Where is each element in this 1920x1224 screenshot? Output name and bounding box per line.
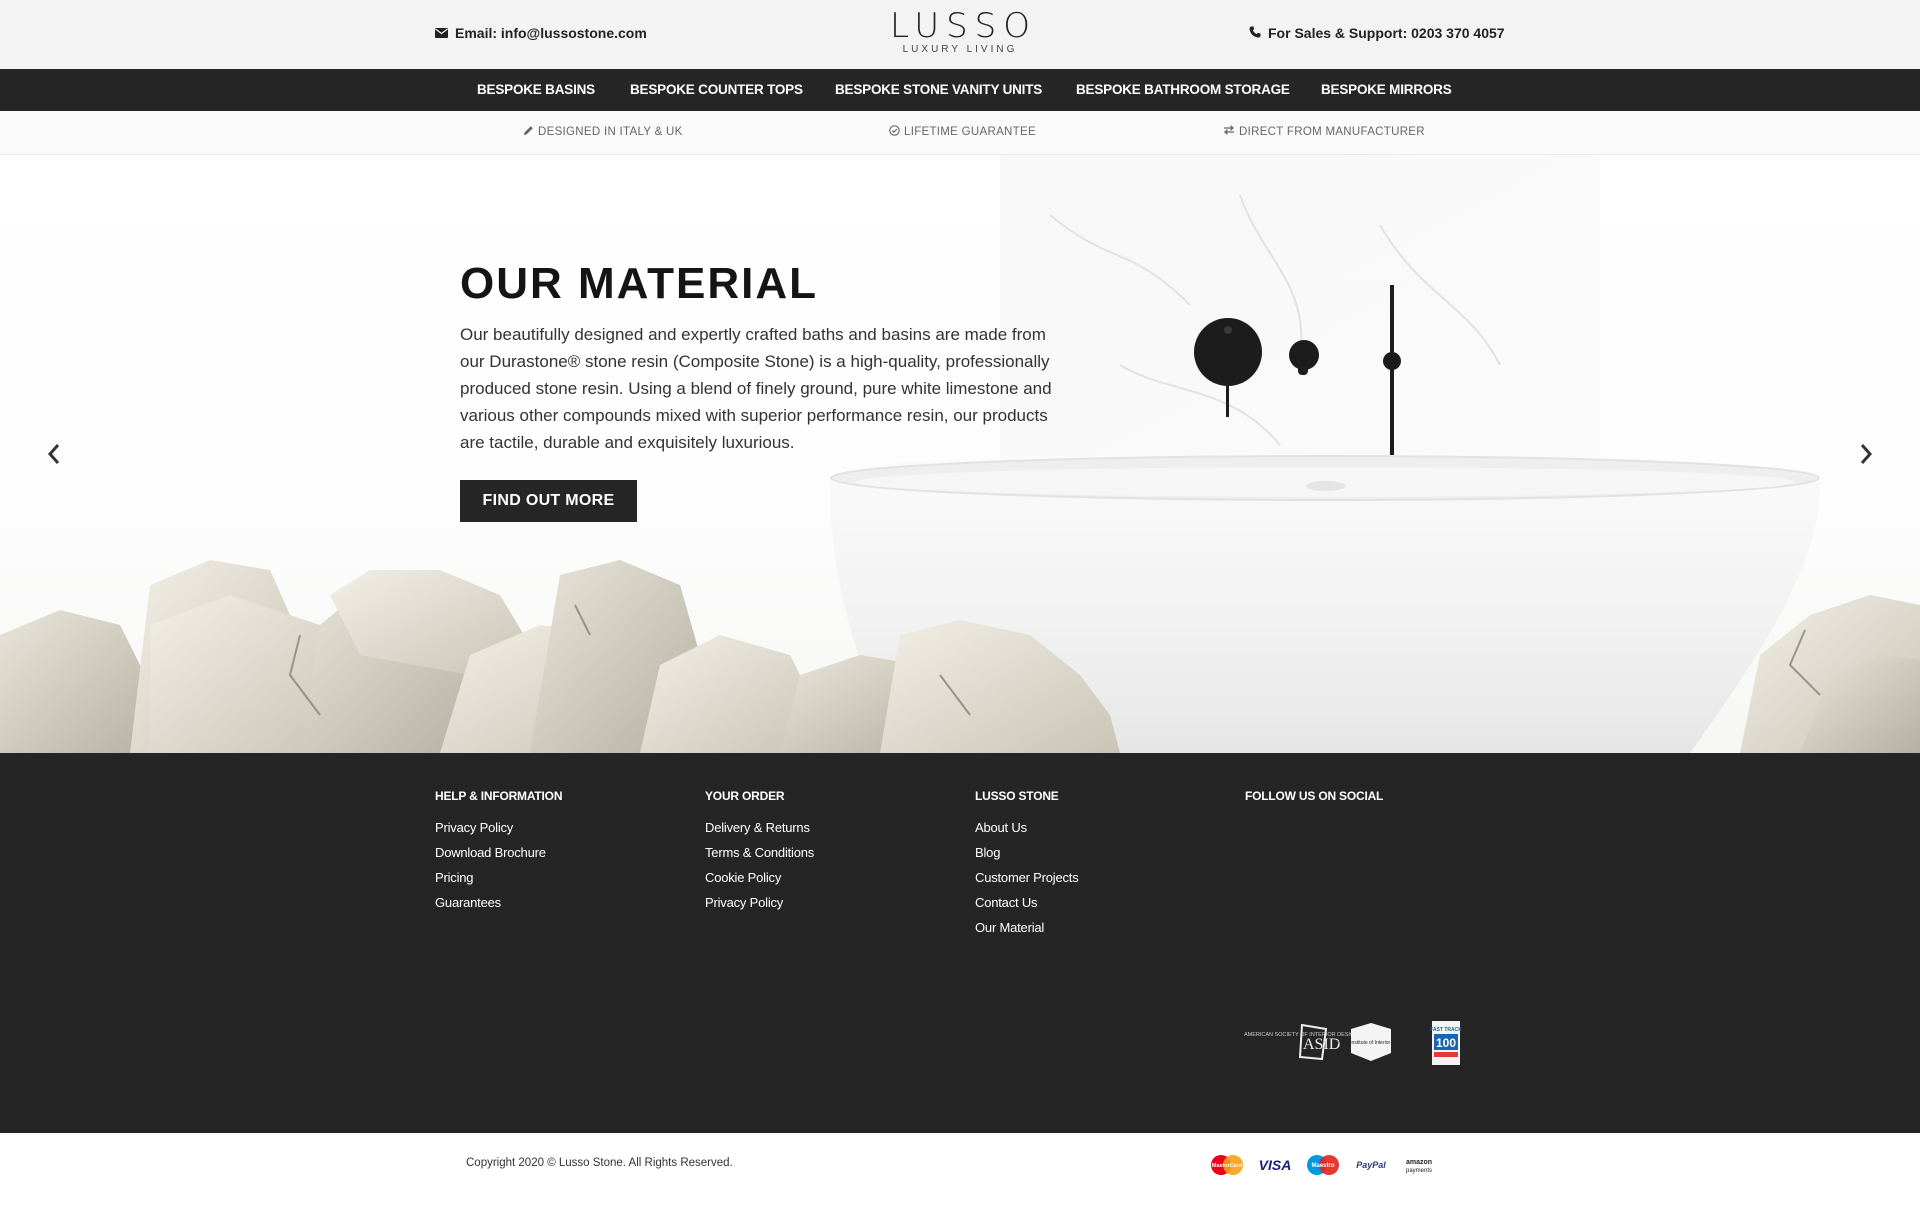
header-phone-text: For Sales & Support: 0203 370 4057 [1268, 25, 1505, 41]
mastercard-icon: MasterCard [1208, 1153, 1246, 1177]
footer-link-terms-conditions[interactable]: Terms & Conditions [705, 846, 814, 871]
svg-text:British Institute of Interior: British Institute of Interior Design [1335, 1040, 1407, 1046]
footer-link-guarantees[interactable]: Guarantees [435, 896, 562, 921]
usp-guarantee: LIFETIME GUARANTEE [889, 125, 1036, 139]
phone-icon [1249, 25, 1261, 41]
svg-text:payments: payments [1406, 1168, 1432, 1174]
nav-item-bespoke-mirrors[interactable]: BESPOKE MIRRORS [1321, 69, 1452, 111]
header-email-text: Email: info@lussostone.com [455, 25, 647, 41]
check-circle-icon [889, 125, 900, 139]
usp-designed-label: DESIGNED IN ITALY & UK [538, 126, 683, 138]
nav-item-bespoke-basins[interactable]: BESPOKE BASINS [477, 69, 595, 111]
footer-heading-order: YOUR ORDER [705, 789, 785, 803]
paypal-icon: PayPal [1352, 1153, 1390, 1177]
footer-link-cookie-policy[interactable]: Cookie Policy [705, 871, 814, 896]
hero-title: OUR MATERIAL [460, 259, 819, 308]
site-footer: HELP & INFORMATION Privacy Policy Downlo… [0, 753, 1920, 1133]
hero-description: Our beautifully designed and expertly cr… [460, 325, 1052, 452]
hero-slider: OUR MATERIAL Our beautifully designed an… [0, 155, 1920, 753]
logo-name: LUSSO [889, 6, 1038, 46]
copyright-text: Copyright 2020 © Lusso Stone. All Rights… [466, 1157, 733, 1169]
footer-link-about-us[interactable]: About Us [975, 821, 1079, 846]
maestro-icon: Maestro [1304, 1153, 1342, 1177]
footer-col-social: FOLLOW US ON SOCIAL [1245, 789, 1383, 821]
header-email[interactable]: Email: info@lussostone.com [435, 25, 647, 41]
svg-text:Maestro: Maestro [1311, 1163, 1334, 1169]
footer-heading-lusso: LUSSO STONE [975, 789, 1059, 803]
chevron-left-icon [47, 443, 61, 470]
visa-icon: VISA [1256, 1153, 1294, 1177]
footer-link-blog[interactable]: Blog [975, 846, 1079, 871]
amazon-payments-icon: amazon payments [1400, 1153, 1438, 1177]
accreditation-badges: AMERICAN SOCIETY OF INTERIOR DESIGNERS A… [1244, 1019, 1474, 1069]
usp-guarantee-label: LIFETIME GUARANTEE [904, 126, 1036, 138]
svg-text:VISA: VISA [1259, 1157, 1292, 1173]
slider-next-arrow[interactable] [1851, 441, 1881, 471]
envelope-icon [435, 25, 448, 41]
slider-prev-arrow[interactable] [39, 441, 69, 471]
usp-bar: DESIGNED IN ITALY & UK LIFETIME GUARANTE… [0, 111, 1920, 155]
svg-text:100: 100 [1436, 1036, 1456, 1050]
usp-direct-label: DIRECT FROM MANUFACTURER [1239, 125, 1425, 138]
svg-text:FAST TRACK: FAST TRACK [1430, 1027, 1462, 1033]
nav-item-bespoke-counter-tops[interactable]: BESPOKE COUNTER TOPS [630, 69, 803, 111]
top-header: Email: info@lussostone.com LUSSO LUXURY … [0, 0, 1920, 69]
svg-text:PayPal: PayPal [1356, 1160, 1386, 1170]
usp-designed: DESIGNED IN ITALY & UK [523, 125, 683, 139]
asid-logo: AMERICAN SOCIETY OF INTERIOR DESIGNERS A… [1244, 1021, 1462, 1065]
footer-heading-help: HELP & INFORMATION [435, 789, 563, 803]
svg-text:MasterCard: MasterCard [1212, 1163, 1242, 1169]
svg-text:amazon: amazon [1406, 1159, 1432, 1166]
footer-link-customer-projects[interactable]: Customer Projects [975, 871, 1079, 896]
footer-link-privacy-policy[interactable]: Privacy Policy [435, 821, 562, 846]
footer-link-delivery-returns[interactable]: Delivery & Returns [705, 821, 814, 846]
footer-link-pricing[interactable]: Pricing [435, 871, 562, 896]
nav-item-bespoke-stone-vanity-units[interactable]: BESPOKE STONE VANITY UNITS [835, 69, 1042, 111]
footer-heading-social: FOLLOW US ON SOCIAL [1245, 789, 1384, 803]
footer-link-contact-us[interactable]: Contact Us [975, 896, 1079, 921]
nav-item-bespoke-bathroom-storage[interactable]: BESPOKE BATHROOM STORAGE [1076, 69, 1290, 111]
payment-methods: MasterCard VISA Maestro PayPal amazon pay… [1208, 1153, 1438, 1177]
bottom-bar: Copyright 2020 © Lusso Stone. All Rights… [0, 1133, 1920, 1224]
footer-col-order: YOUR ORDER Delivery & Returns Terms & Co… [705, 789, 814, 921]
pencil-icon [523, 125, 534, 139]
header-phone[interactable]: For Sales & Support: 0203 370 4057 [1249, 25, 1505, 41]
footer-link-our-material[interactable]: Our Material [975, 921, 1079, 946]
find-out-more-button[interactable]: FIND OUT MORE [460, 480, 637, 522]
chevron-right-icon [1859, 443, 1873, 470]
site-logo[interactable]: LUSSO LUXURY LIVING [860, 8, 1060, 56]
footer-col-help: HELP & INFORMATION Privacy Policy Downlo… [435, 789, 562, 921]
exchange-icon [1223, 125, 1235, 138]
footer-col-lusso: LUSSO STONE About Us Blog Customer Proje… [975, 789, 1079, 946]
main-navigation: BESPOKE BASINS BESPOKE COUNTER TOPS BESP… [0, 69, 1920, 111]
usp-direct: DIRECT FROM MANUFACTURER [1223, 125, 1425, 138]
footer-link-privacy-policy-2[interactable]: Privacy Policy [705, 896, 814, 921]
footer-link-download-brochure[interactable]: Download Brochure [435, 846, 562, 871]
